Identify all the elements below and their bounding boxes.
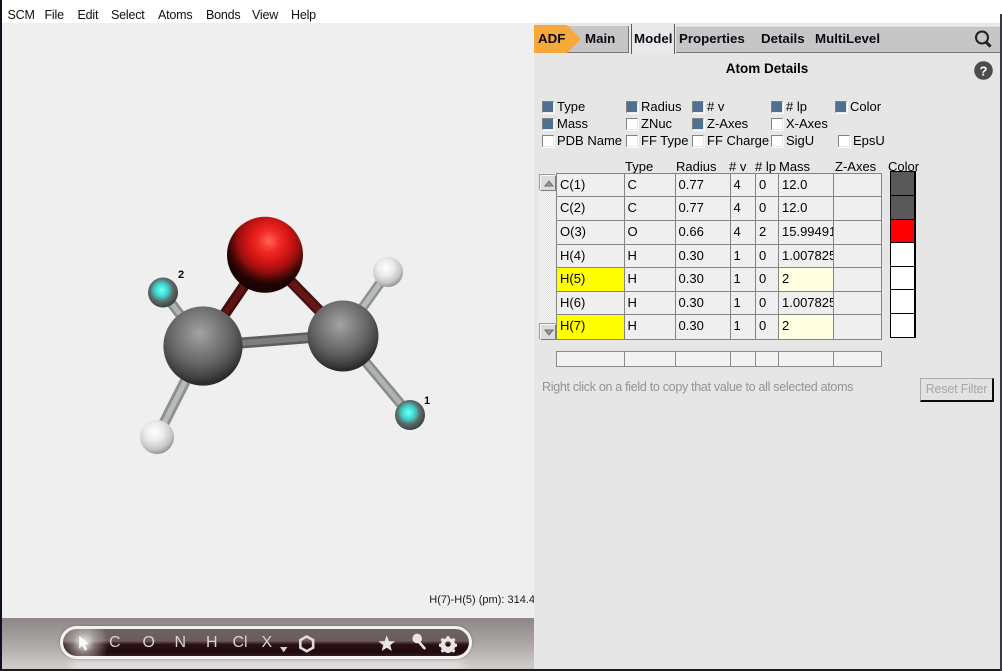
svg-text:?: ? bbox=[980, 63, 988, 78]
svg-text:1: 1 bbox=[424, 395, 430, 407]
svg-text:2: 2 bbox=[178, 269, 184, 281]
